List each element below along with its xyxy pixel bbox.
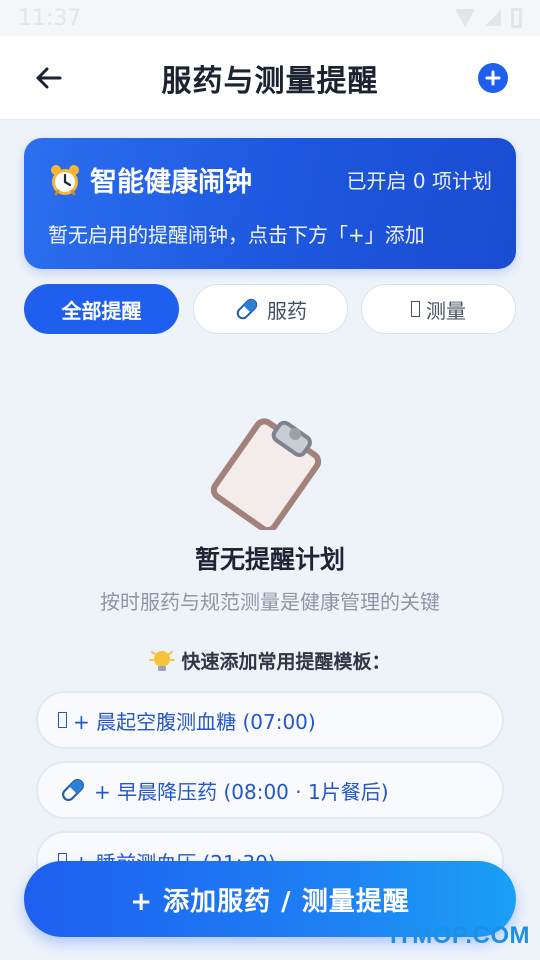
alarm-clock-icon xyxy=(51,164,79,195)
arrow-left-icon xyxy=(36,67,62,89)
empty-state-title: 暂无提醒计划 xyxy=(194,545,345,574)
tab-label: 服药 xyxy=(267,298,307,323)
app-bar: 服药与测量提醒 xyxy=(0,36,540,120)
alarm-status-text: 已开启 0 项计划 xyxy=(346,169,492,193)
plus-icon xyxy=(485,70,501,86)
template-item-morning-bp-medication[interactable]: + 早晨降压药 (08:00 · 1片餐后) xyxy=(36,761,504,819)
status-time: 11:37 xyxy=(18,5,82,31)
tab-measurement[interactable]: 测量 xyxy=(361,284,516,334)
template-label: + 早晨降压药 (08:00 · 1片餐后) xyxy=(94,779,389,804)
tab-label: 全部提醒 xyxy=(61,298,142,323)
cta-label: + 添加服药 / 测量提醒 xyxy=(130,886,410,917)
template-label: + 晨起空腹测血糖 (07:00) xyxy=(73,709,316,734)
template-item-fasting-glucose[interactable]: + 晨起空腹测血糖 (07:00) xyxy=(36,691,504,749)
add-reminder-button[interactable] xyxy=(478,63,508,93)
tab-medication[interactable]: 服药 xyxy=(192,284,348,334)
alarm-description: 暂无启用的提醒闹钟，点击下方「+」添加 xyxy=(48,223,425,247)
lightbulb-icon xyxy=(149,650,176,671)
page-title: 服药与测量提醒 xyxy=(161,63,379,99)
quick-add-title: 快速添加常用提醒模板： xyxy=(181,651,391,673)
back-button[interactable] xyxy=(28,58,68,98)
alarm-card-title: 智能健康闹钟 xyxy=(90,167,252,198)
battery-icon xyxy=(511,8,522,28)
pill-icon xyxy=(236,298,258,320)
status-icons xyxy=(455,8,522,28)
health-alarm-card: 智能健康闹钟 已开启 0 项计划 暂无启用的提醒闹钟，点击下方「+」添加 xyxy=(24,138,516,269)
pill-icon xyxy=(62,779,84,801)
missing-glyph-icon xyxy=(411,301,420,317)
clipboard-icon xyxy=(210,418,322,530)
filter-tabs: 全部提醒 服药 测量 xyxy=(24,284,516,334)
quick-add-header: 快速添加常用提醒模板： xyxy=(0,647,540,674)
watermark-logo: ITMOP.COM xyxy=(389,922,530,949)
empty-state-subtitle: 按时服药与规范测量是健康管理的关键 xyxy=(100,590,440,614)
missing-glyph-icon xyxy=(58,712,67,728)
status-bar: 11:37 xyxy=(0,0,540,36)
signal-icon xyxy=(485,10,501,26)
tab-label: 测量 xyxy=(426,298,466,323)
tab-all-reminders[interactable]: 全部提醒 xyxy=(24,284,179,334)
wifi-icon xyxy=(455,9,475,27)
